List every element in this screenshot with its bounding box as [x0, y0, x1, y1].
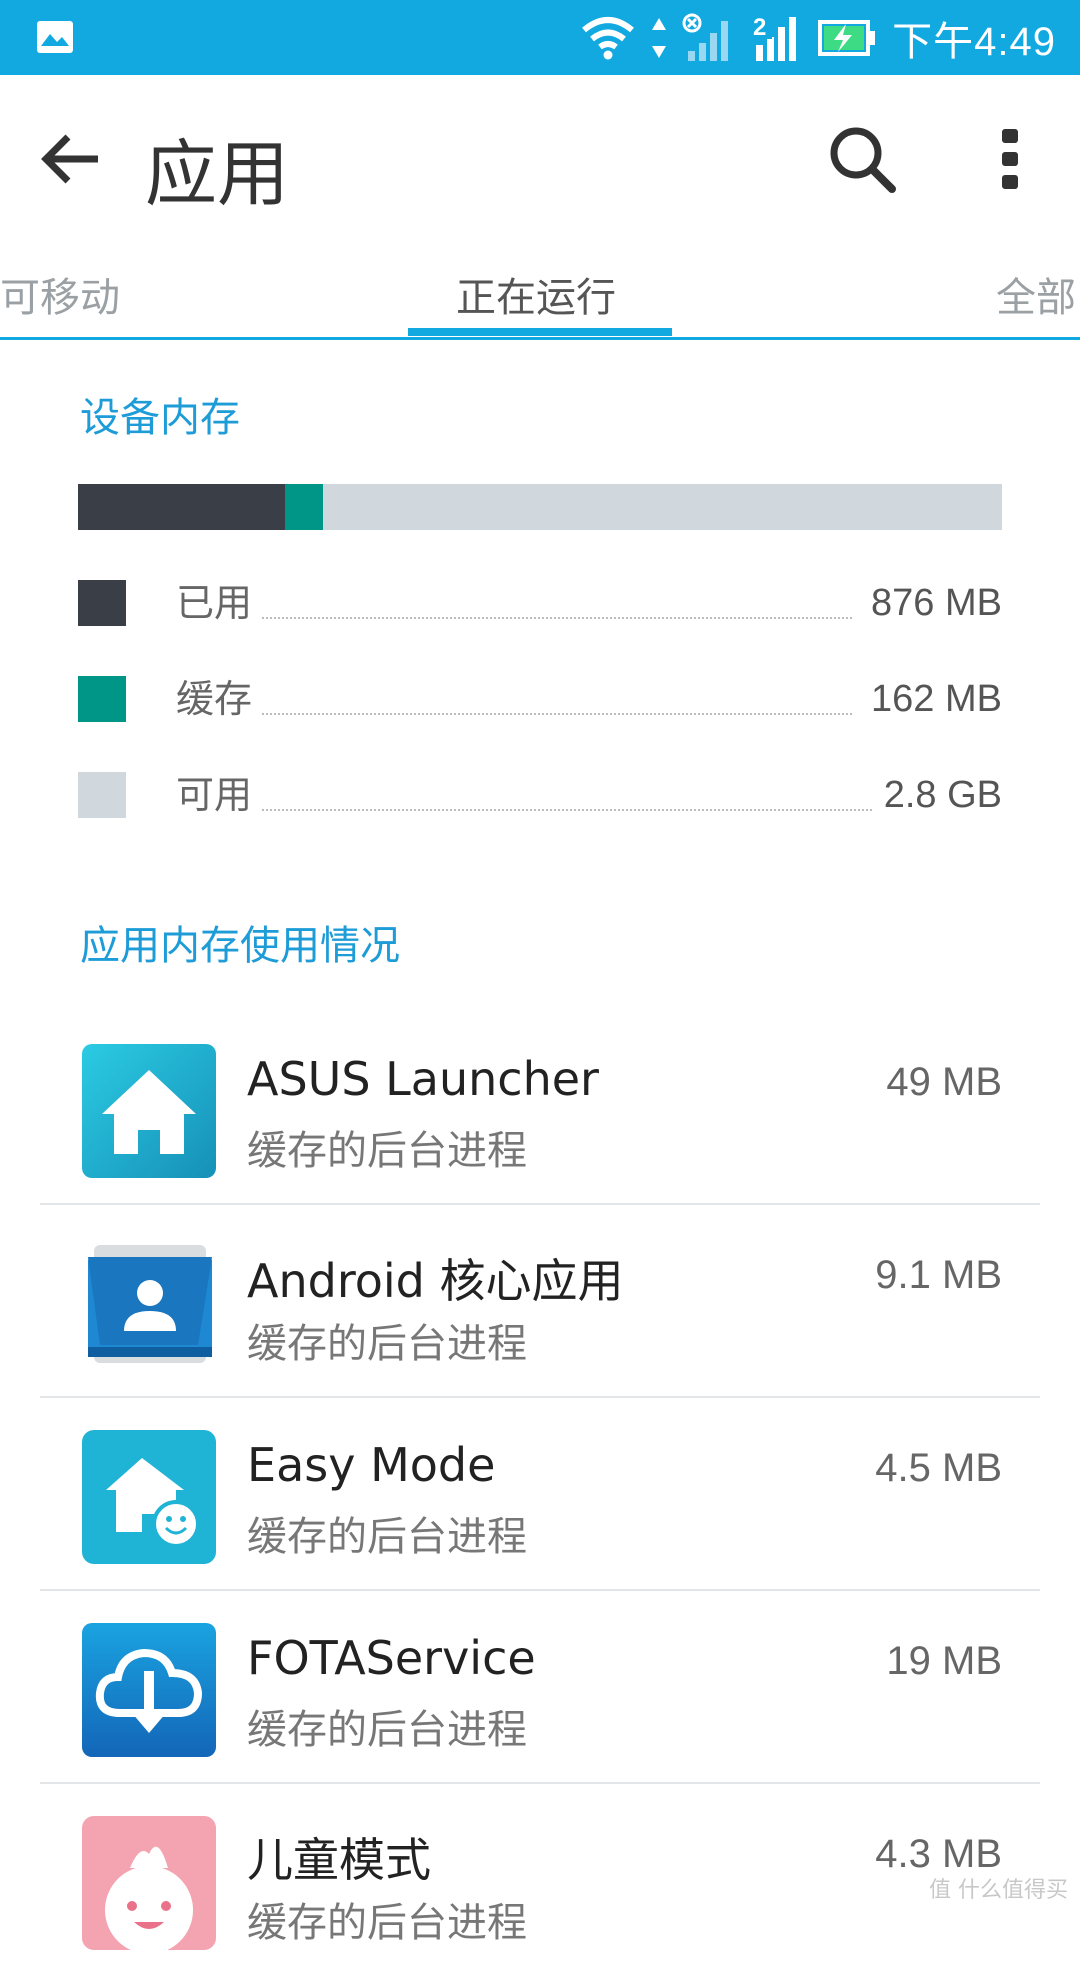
home-icon	[82, 1044, 216, 1178]
status-bar: 2 下午4:49	[0, 0, 1080, 75]
memory-usage-bar	[78, 484, 1002, 530]
legend-row-cached: 缓存 162 MB	[78, 676, 1002, 724]
legend-dots	[262, 713, 852, 715]
sim2-label: 2	[753, 14, 766, 41]
contacts-icon	[88, 1245, 212, 1363]
memory-bar-cached	[285, 484, 323, 530]
tab-running[interactable]: 正在运行	[456, 265, 616, 323]
app-list-item[interactable]: FOTAService 缓存的后台进程 19 MB	[0, 1591, 1080, 1784]
search-icon[interactable]	[826, 123, 898, 195]
status-icons: 2 下午4:49	[580, 10, 1056, 66]
signal-icon-sim2: 2	[750, 13, 797, 61]
arrow-back-icon[interactable]	[38, 127, 102, 191]
app-name: FOTAService	[247, 1631, 536, 1685]
legend-label-free: 可用	[176, 772, 257, 818]
app-size: 19 MB	[886, 1639, 1002, 1683]
signal-icon-sim1-no-service	[682, 13, 729, 61]
battery-charging-icon	[818, 20, 876, 56]
app-name: 儿童模式	[247, 1833, 431, 1887]
app-size: 49 MB	[886, 1060, 1002, 1104]
legend-value-used: 876 MB	[865, 580, 1002, 626]
device-memory-title: 设备内存	[80, 395, 240, 441]
app-status: 缓存的后台进程	[247, 1900, 527, 1946]
legend-row-used: 已用 876 MB	[78, 580, 1002, 628]
legend-value-free: 2.8 GB	[877, 772, 1002, 818]
app-status: 缓存的后台进程	[247, 1128, 527, 1174]
easy-mode-icon	[82, 1430, 216, 1564]
legend-swatch-free	[78, 772, 126, 818]
tab-all[interactable]: 全部	[996, 265, 1076, 323]
app-list-item[interactable]: 儿童模式 缓存的后台进程 4.3 MB	[0, 1784, 1080, 1977]
app-list-item[interactable]: ASUS Launcher 缓存的后台进程 49 MB	[0, 1012, 1080, 1205]
app-size: 4.5 MB	[875, 1446, 1002, 1490]
legend-dots	[262, 809, 872, 811]
memory-bar-used	[78, 484, 285, 530]
app-size: 4.3 MB	[875, 1832, 1002, 1876]
page-title: 应用	[145, 132, 290, 216]
legend-dots	[262, 617, 852, 619]
tab-bar: 可移动 正在运行 全部	[0, 245, 1080, 340]
tab-removable[interactable]: 可移动	[0, 265, 120, 323]
app-name: ASUS Launcher	[247, 1052, 599, 1106]
app-list-item[interactable]: Android 核心应用 缓存的后台进程 9.1 MB	[0, 1205, 1080, 1398]
app-bar: 应用	[0, 75, 1080, 245]
watermark: 值 什么值得买	[929, 1878, 1068, 1903]
app-status: 缓存的后台进程	[247, 1707, 527, 1753]
app-list-item[interactable]: Easy Mode 缓存的后台进程 4.5 MB	[0, 1398, 1080, 1591]
app-name: Android 核心应用	[247, 1254, 624, 1308]
kids-mode-icon	[82, 1816, 216, 1952]
data-arrows-icon	[652, 18, 667, 58]
legend-swatch-cached	[78, 676, 126, 722]
app-size: 9.1 MB	[875, 1253, 1002, 1297]
legend-label-used: 已用	[176, 580, 257, 626]
wifi-icon	[582, 17, 635, 60]
legend-value-cached: 162 MB	[865, 676, 1002, 722]
status-time: 下午4:49	[892, 20, 1056, 64]
app-name: Easy Mode	[247, 1438, 496, 1492]
app-status: 缓存的后台进程	[247, 1514, 527, 1560]
legend-label-cached: 缓存	[176, 676, 257, 722]
app-status: 缓存的后台进程	[247, 1321, 527, 1367]
legend-swatch-used	[78, 580, 126, 626]
legend-row-free: 可用 2.8 GB	[78, 772, 1002, 820]
app-memory-title: 应用内存使用情况	[80, 923, 400, 969]
active-tab-indicator	[408, 328, 672, 336]
more-vert-icon[interactable]	[998, 123, 1022, 195]
gallery-icon	[37, 21, 73, 53]
cloud-download-icon	[82, 1623, 216, 1757]
